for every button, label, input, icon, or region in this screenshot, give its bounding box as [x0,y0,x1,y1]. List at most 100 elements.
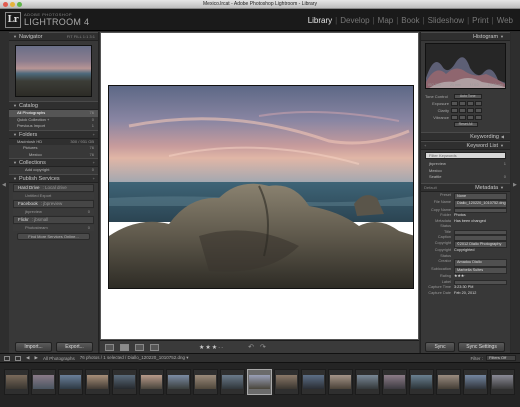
filmstrip-thumbnail[interactable] [85,369,110,395]
filmstrip-thumbnail[interactable] [382,369,407,395]
file-name-field[interactable]: Diallo_120220_1010752.dng [454,200,507,208]
sublocation-field[interactable]: Marbella Suites [454,266,507,274]
filmstrip-thumbnail[interactable] [220,369,245,395]
reset-all-button[interactable]: Reset All [453,122,478,127]
histogram-header[interactable]: Histogram ▼ [421,32,510,41]
grid-view-icon[interactable] [105,343,114,351]
expand-triangle-icon: ▼ [13,34,17,39]
filmstrip-thumbnail[interactable] [166,369,191,395]
filmstrip-thumbnail[interactable] [247,369,272,395]
sync-settings-button[interactable]: Sync Settings [458,342,505,352]
filmstrip-thumbnail[interactable] [409,369,434,395]
creator-field[interactable]: Amadou Diallo [454,259,507,267]
catalog-header[interactable]: ▼ Catalog [9,101,98,110]
service-hard-drive-collection[interactable]: Untitled Export [13,192,94,199]
keyword-filter-input[interactable]: Filter Keywords [425,152,506,159]
copyright-status-value[interactable]: Copyrighted [454,248,507,259]
export-button[interactable]: Export... [56,342,93,352]
filter-dropdown[interactable]: Filters Off [486,355,516,361]
rotate-left-icon[interactable]: ↶ [248,343,254,351]
filter-label: Filter : [470,355,483,361]
module-book[interactable]: Book [398,16,422,25]
add-folder-icon[interactable]: + [93,131,95,139]
navigator-header[interactable]: ▼ Navigator FIT FILL 1:1 3:1 [9,32,98,41]
left-panel-toggle[interactable]: ◀ [0,32,9,353]
filmstrip-thumbnails [0,363,520,395]
filmstrip-thumbnail[interactable] [490,369,515,395]
metadata-set-dropdown[interactable]: Default [424,184,437,192]
loupe-view-icon[interactable] [120,343,129,351]
navigator-preview[interactable] [15,45,92,97]
module-library[interactable]: Library [305,16,335,25]
filmstrip-thumbnail[interactable] [463,369,488,395]
right-panel-toggle[interactable]: ▶ [511,32,520,353]
close-window-button[interactable] [3,2,8,7]
add-keyword-icon[interactable]: + [424,142,426,150]
filmstrip-source[interactable]: All Photographs [43,356,75,361]
filmstrip-thumbnail[interactable] [328,369,353,395]
compare-view-icon[interactable] [135,343,144,351]
window-title: Mexico.lrcat - Adobe Photoshop Lightroom… [203,1,317,7]
zoom-options[interactable]: FIT FILL 1:1 3:1 [67,33,95,41]
metadata-preset-select[interactable]: None [454,192,507,200]
filmstrip-thumbnail[interactable] [58,369,83,395]
expand-triangle-icon: ▼ [13,175,17,181]
survey-view-icon[interactable] [150,343,159,351]
service-flickr[interactable]: Flickr: jbsmall [13,215,94,224]
module-print[interactable]: Print [469,16,491,25]
module-web[interactable]: Web [494,16,516,25]
module-map[interactable]: Map [375,16,397,25]
filmstrip-thumbnail[interactable] [4,369,29,395]
module-picker: Library | Develop | Map | Book | Slideshow | … [305,16,516,25]
histogram-graph[interactable]: ISO 200 21 mm f / 4.0 1/160 sec [425,43,506,89]
filmstrip-thumbnail[interactable] [139,369,164,395]
thumbnail-image [465,375,486,389]
minimize-window-button[interactable] [10,2,15,7]
add-collection-icon[interactable]: + [93,159,95,167]
collections-header[interactable]: ▼ Collections + [9,158,98,167]
vibrance-stepper[interactable] [451,115,482,120]
publish-services-header[interactable]: ▼ Publish Services + [9,173,98,183]
filmstrip-thumbnail[interactable] [436,369,461,395]
module-develop[interactable]: Develop [337,16,372,25]
import-button[interactable]: Import... [15,342,52,352]
keyword-list-header[interactable]: + Keyword List ▼ [421,141,510,150]
main-photo[interactable] [108,85,414,289]
filmstrip-thumbnail[interactable] [301,369,326,395]
filmstrip-status[interactable]: 76 photos / 1 selected / Diallo_120220_1… [80,355,189,361]
service-facebook[interactable]: Facebook: jbpreview [13,199,94,208]
metadata-fields: Preset None File Name Diallo_120220_101075… [428,192,507,295]
filmstrip-thumbnail[interactable] [355,369,380,395]
clarity-stepper[interactable] [451,108,482,113]
primary-display-icon[interactable] [4,355,10,361]
forward-arrow-icon[interactable]: ▶ [34,355,37,361]
service-facebook-collection[interactable]: jbpreview 0 [13,208,94,215]
auto-tone-button[interactable]: Auto Tone [453,94,482,99]
keywording-header[interactable]: Keywording ◀ [421,132,510,141]
thumbnail-image [357,375,378,389]
metadata-header[interactable]: Default Metadata ▼ [421,182,510,192]
loupe-view[interactable] [100,32,419,340]
filmstrip-thumbnail[interactable] [31,369,56,395]
zoom-window-button[interactable] [17,2,22,7]
thumbnail-image [249,375,270,389]
add-service-icon[interactable]: + [93,175,95,183]
module-slideshow[interactable]: Slideshow [425,16,467,25]
thumbnail-image [222,375,243,389]
filmstrip-thumbnail[interactable] [274,369,299,395]
rotate-right-icon[interactable]: ↷ [260,343,266,351]
service-flickr-photostream[interactable]: Photostream 0 [13,224,94,231]
secondary-display-icon[interactable] [15,355,21,361]
thumbnail-image [114,375,135,389]
rating-stars[interactable]: ★★★·· [199,344,224,351]
find-more-services-button[interactable]: Find More Services Online... [17,232,90,240]
filmstrip-thumbnail[interactable] [112,369,137,395]
folders-header[interactable]: ▼ Folders + [9,129,98,139]
filmstrip-thumbnail[interactable] [193,369,218,395]
service-hard-drive[interactable]: Hard Drive: Local drive [13,183,94,192]
copyright-field[interactable]: ©2012 Diallo Photography [454,240,507,248]
exposure-stepper[interactable] [451,101,482,106]
back-arrow-icon[interactable]: ◀ [26,355,29,361]
keyword-seattle[interactable]: Seattle 0 [421,174,510,181]
sync-button[interactable]: Sync [425,342,456,352]
